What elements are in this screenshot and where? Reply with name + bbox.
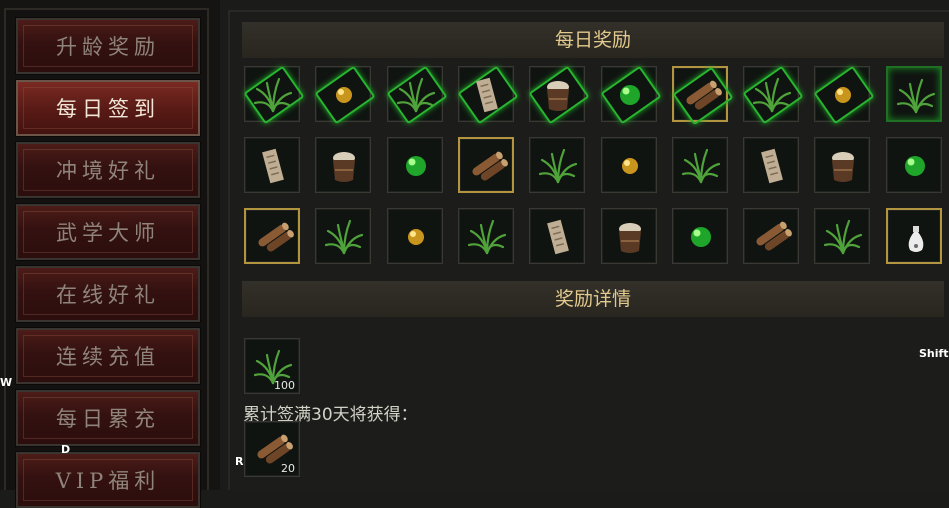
daily-reward-slot[interactable]	[314, 65, 376, 125]
grass-icon	[752, 77, 792, 113]
cumulative-reward-slot[interactable]: 20	[244, 421, 300, 477]
menu-item-label: 武学大师	[56, 221, 160, 245]
menu-item-realm-gift[interactable]: 冲境好礼	[15, 141, 201, 199]
menu-item-online-gift[interactable]: 在线好礼	[15, 265, 201, 323]
grass-icon	[253, 77, 293, 113]
menu-item-label: 连续充值	[56, 345, 160, 369]
gold-orb-icon	[621, 158, 638, 174]
daily-reward-slot[interactable]	[671, 137, 728, 193]
daily-reward-slot[interactable]	[600, 208, 657, 264]
jar-icon	[618, 223, 641, 253]
daily-reward-slot[interactable]	[743, 137, 800, 193]
jar-icon	[547, 81, 570, 111]
menu-item-label: 在线好礼	[56, 283, 160, 307]
daily-reward-slot[interactable]	[243, 65, 305, 125]
green-orb-icon	[904, 156, 925, 176]
hotkey-label: R	[235, 455, 244, 468]
logs-icon	[686, 80, 722, 110]
daily-reward-slot[interactable]	[244, 137, 300, 193]
grass-icon	[539, 148, 578, 184]
logs-icon	[756, 221, 793, 251]
reward-quantity: 100	[274, 379, 295, 392]
menu-item-vip-welfare[interactable]: VIP福利	[15, 451, 201, 508]
jar-icon	[333, 152, 356, 182]
menu-item-daily-signin[interactable]: 每日签到	[15, 79, 201, 137]
daily-reward-slot[interactable]	[529, 208, 586, 264]
daily-reward-slot[interactable]	[457, 65, 519, 125]
daily-reward-slot[interactable]	[671, 208, 728, 264]
daily-reward-slot[interactable]	[743, 208, 800, 264]
daily-reward-header: 每日奖励	[242, 22, 944, 58]
gold-orb-icon	[407, 229, 424, 245]
menu-item-label: 冲境好礼	[56, 159, 160, 183]
daily-reward-slot[interactable]	[386, 65, 448, 125]
daily-reward-slot[interactable]	[885, 208, 942, 264]
grass-icon	[467, 219, 506, 255]
grass-icon	[896, 78, 935, 114]
daily-reward-slot[interactable]	[885, 66, 942, 122]
reward-details-header: 奖励详情	[242, 281, 944, 317]
daily-reward-slot[interactable]	[600, 137, 657, 193]
logs-icon	[472, 151, 508, 181]
daily-reward-slot[interactable]	[457, 137, 514, 193]
daily-reward-slot[interactable]	[386, 137, 443, 193]
detail-reward-slot[interactable]: 100	[244, 338, 300, 394]
hotkey-label: W	[0, 376, 13, 389]
daily-reward-slot[interactable]	[457, 208, 514, 264]
logs-icon	[258, 222, 294, 252]
grass-icon	[396, 77, 435, 113]
scroll-icon	[761, 148, 783, 184]
daily-reward-slot[interactable]	[885, 137, 942, 193]
green-orb-icon	[405, 156, 426, 176]
daily-reward-slot[interactable]	[813, 65, 875, 125]
daily-reward-slot[interactable]	[599, 65, 662, 125]
daily-reward-slot[interactable]	[529, 137, 586, 193]
daily-reward-slot[interactable]	[315, 208, 372, 264]
menu-item-martial-master[interactable]: 武学大师	[15, 203, 201, 261]
jar-icon	[832, 152, 855, 182]
green-orb-icon	[690, 227, 711, 247]
menu-item-continuous-recharge[interactable]: 连续充值	[15, 327, 201, 385]
scroll-icon	[475, 77, 498, 113]
scroll-icon	[547, 219, 570, 255]
daily-reward-slot[interactable]	[671, 66, 734, 126]
vase-icon	[908, 226, 924, 252]
daily-reward-slot[interactable]	[244, 208, 300, 264]
menu-item-daily-cumulative-recharge[interactable]: 每日累充	[15, 389, 201, 447]
green-orb-icon	[619, 85, 640, 105]
hotkey-label: D	[61, 443, 71, 456]
daily-reward-slot[interactable]	[742, 65, 804, 125]
scroll-icon	[262, 148, 284, 184]
menu-item-age-reward[interactable]: 升龄奖励	[15, 17, 201, 75]
gold-orb-icon	[835, 87, 852, 103]
daily-reward-slot[interactable]	[814, 137, 871, 193]
daily-reward-slot[interactable]	[315, 137, 372, 193]
menu-item-label: 每日累充	[56, 407, 160, 431]
grass-icon	[325, 219, 364, 255]
grass-icon	[681, 148, 720, 184]
grass-icon	[824, 219, 863, 255]
menu-item-label: VIP福利	[55, 469, 161, 493]
menu-item-label: 每日签到	[56, 97, 160, 121]
hotkey-label: Shift	[919, 347, 949, 360]
reward-quantity: 20	[281, 462, 295, 475]
daily-reward-slot[interactable]	[386, 208, 443, 264]
daily-reward-slot[interactable]	[814, 208, 871, 264]
menu-item-label: 升龄奖励	[56, 35, 160, 59]
gold-orb-icon	[336, 87, 353, 103]
daily-reward-slot[interactable]	[528, 65, 590, 125]
